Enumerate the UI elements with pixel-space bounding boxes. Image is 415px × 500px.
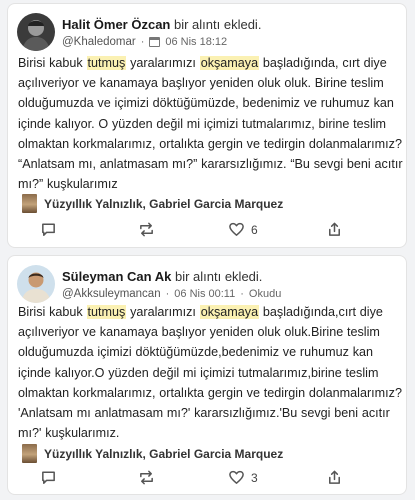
avatar[interactable] [17, 13, 55, 51]
post-header: Halit Ömer Özcan bir alıntı ekledi. @Kha… [8, 4, 406, 52]
post-meta: @Khaledomar · 06 Nis 18:12 [62, 36, 228, 48]
highlighted-word: okşamaya [199, 305, 260, 319]
author-name[interactable]: Süleyman Can Ak [62, 269, 171, 284]
book-link[interactable]: Yüzyıllık Yalnızlık, Gabriel Garcia Marq… [22, 194, 283, 213]
like-icon [229, 470, 244, 484]
post-meta: @Akksuleymancan · 06 Nis 00:11 · Okudu [62, 288, 282, 300]
quote-post-card: Süleyman Can Ak bir alıntı ekledi. @Akks… [7, 255, 407, 495]
post-date: 06 Nis 00:11 [174, 288, 236, 300]
highlighted-word: tutmuş [86, 305, 127, 319]
quote-text: Birisi kabuk tutmuş yaralarımızı okşamay… [18, 53, 404, 194]
quote-post-card: Halit Ömer Özcan bir alıntı ekledi. @Kha… [7, 3, 407, 248]
comment-icon [42, 471, 55, 484]
author-handle[interactable]: @Akksuleymancan [62, 288, 161, 300]
post-date: 06 Nis 18:12 [165, 36, 228, 48]
author-handle[interactable]: @Khaledomar [62, 36, 136, 48]
share-icon [329, 470, 340, 484]
highlighted-word: tutmuş [86, 56, 127, 70]
quote-segment: Birisi kabuk [18, 56, 87, 70]
quote-segment: başladığında, cırt diye açılıveriyor ve … [18, 56, 403, 192]
quote-text: Birisi kabuk tutmuş yaralarımızı okşamay… [18, 302, 404, 443]
quote-segment: yaralarımızı [126, 305, 200, 319]
action-bar: 6 [8, 221, 406, 243]
action-bar: 3 [8, 469, 406, 491]
like-button[interactable]: 6 [228, 221, 258, 238]
share-button[interactable] [326, 221, 343, 238]
book-title: Yüzyıllık Yalnızlık, Gabriel Garcia Marq… [44, 446, 284, 461]
repost-icon [140, 222, 153, 237]
action-text: bir alıntı ekledi. [174, 17, 262, 32]
quote-segment: Birisi kabuk [18, 305, 87, 319]
highlighted-word: okşamaya [199, 56, 260, 70]
comment-button[interactable] [40, 221, 57, 238]
repost-button[interactable] [138, 469, 155, 486]
book-cover [22, 444, 37, 463]
author-name[interactable]: Halit Ömer Özcan [62, 17, 170, 32]
like-button[interactable]: 3 [228, 469, 258, 486]
like-count: 6 [251, 222, 258, 237]
repost-button[interactable] [138, 221, 155, 238]
action-text: bir alıntı ekledi. [174, 269, 263, 284]
like-icon [229, 222, 244, 236]
calendar-icon [149, 37, 161, 47]
post-header: Süleyman Can Ak bir alıntı ekledi. @Akks… [8, 256, 406, 304]
like-count: 3 [251, 470, 258, 485]
avatar[interactable] [17, 265, 55, 303]
repost-icon [140, 470, 153, 485]
book-cover [22, 194, 37, 213]
quote-segment: başladığında,cırt diye açılıveriyor ve k… [18, 305, 402, 441]
quote-segment: yaralarımızı [126, 56, 200, 70]
read-status: Okudu [248, 288, 282, 300]
share-button[interactable] [326, 469, 343, 486]
share-icon [329, 222, 340, 236]
comment-button[interactable] [40, 469, 57, 486]
book-link[interactable]: Yüzyıllık Yalnızlık, Gabriel Garcia Marq… [22, 444, 283, 463]
comment-icon [42, 223, 55, 236]
book-title: Yüzyıllık Yalnızlık, Gabriel Garcia Marq… [44, 196, 284, 211]
